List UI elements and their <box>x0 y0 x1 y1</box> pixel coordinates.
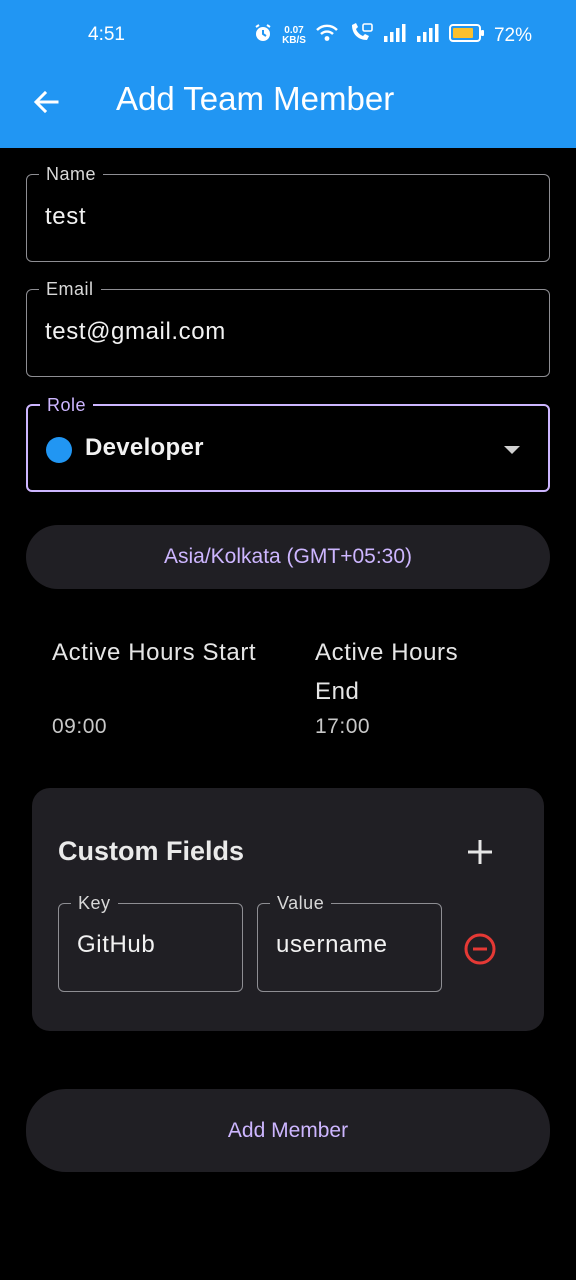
battery-percentage: 72% <box>493 24 532 46</box>
custom-field-key-value: GitHub <box>77 931 156 958</box>
active-hours-end-value: 17:00 <box>315 715 371 738</box>
plus-icon <box>468 840 492 864</box>
add-custom-field-button[interactable] <box>464 836 496 868</box>
active-hours-end-label: Active Hours End <box>315 639 459 705</box>
minus-circle-icon <box>464 933 496 965</box>
role-label: Role <box>40 394 94 416</box>
active-hours-start-value: 09:00 <box>52 715 108 738</box>
custom-field-value-label: Value <box>270 892 332 914</box>
arrow-left-icon <box>33 90 59 114</box>
alarm-icon <box>253 23 273 48</box>
dropdown-arrow-icon <box>504 446 520 454</box>
network-speed-unit: KB/S <box>282 34 306 46</box>
remove-custom-field-button[interactable] <box>462 931 498 967</box>
signal-sim1-icon <box>383 24 407 47</box>
name-label: Name <box>39 163 104 185</box>
role-color-dot <box>46 437 72 463</box>
timezone-label: Asia/Kolkata (GMT+05:30) <box>163 545 413 568</box>
custom-fields-card: Custom Fields Key GitHub Value username <box>32 788 544 1031</box>
email-label: Email <box>39 278 101 300</box>
app-bar: 4:51 0.07 KB/S 72% Add Team Member <box>0 0 576 148</box>
timezone-button[interactable]: Asia/Kolkata (GMT+05:30) <box>26 525 550 589</box>
custom-fields-title: Custom Fields <box>58 836 245 866</box>
email-value: test@gmail.com <box>45 318 226 345</box>
custom-field-key-label: Key <box>71 892 118 914</box>
role-value: Developer <box>85 434 204 461</box>
status-bar: 4:51 0.07 KB/S 72% <box>0 0 576 74</box>
active-hours-start-label: Active Hours Start <box>52 639 257 666</box>
custom-field-key-input[interactable]: Key GitHub <box>58 892 243 992</box>
role-dropdown[interactable]: Role Developer <box>26 394 550 492</box>
add-member-button[interactable]: Add Member <box>26 1089 550 1172</box>
volte-call-icon <box>348 22 374 49</box>
battery-icon <box>448 24 485 47</box>
add-member-label: Add Member <box>227 1118 349 1142</box>
wifi-icon <box>315 23 339 48</box>
custom-field-value-value: username <box>276 931 388 958</box>
signal-sim2-icon <box>416 24 440 47</box>
page-title: Add Team Member <box>116 80 395 117</box>
name-field[interactable]: Name test <box>26 163 550 262</box>
email-field[interactable]: Email test@gmail.com <box>26 278 550 377</box>
back-button[interactable] <box>28 84 64 120</box>
status-icons: 0.07 KB/S 72% <box>253 22 532 49</box>
custom-field-value-input[interactable]: Value username <box>257 892 442 992</box>
name-value: test <box>45 203 87 230</box>
network-speed: 0.07 KB/S <box>282 25 306 46</box>
status-time: 4:51 <box>88 24 125 45</box>
